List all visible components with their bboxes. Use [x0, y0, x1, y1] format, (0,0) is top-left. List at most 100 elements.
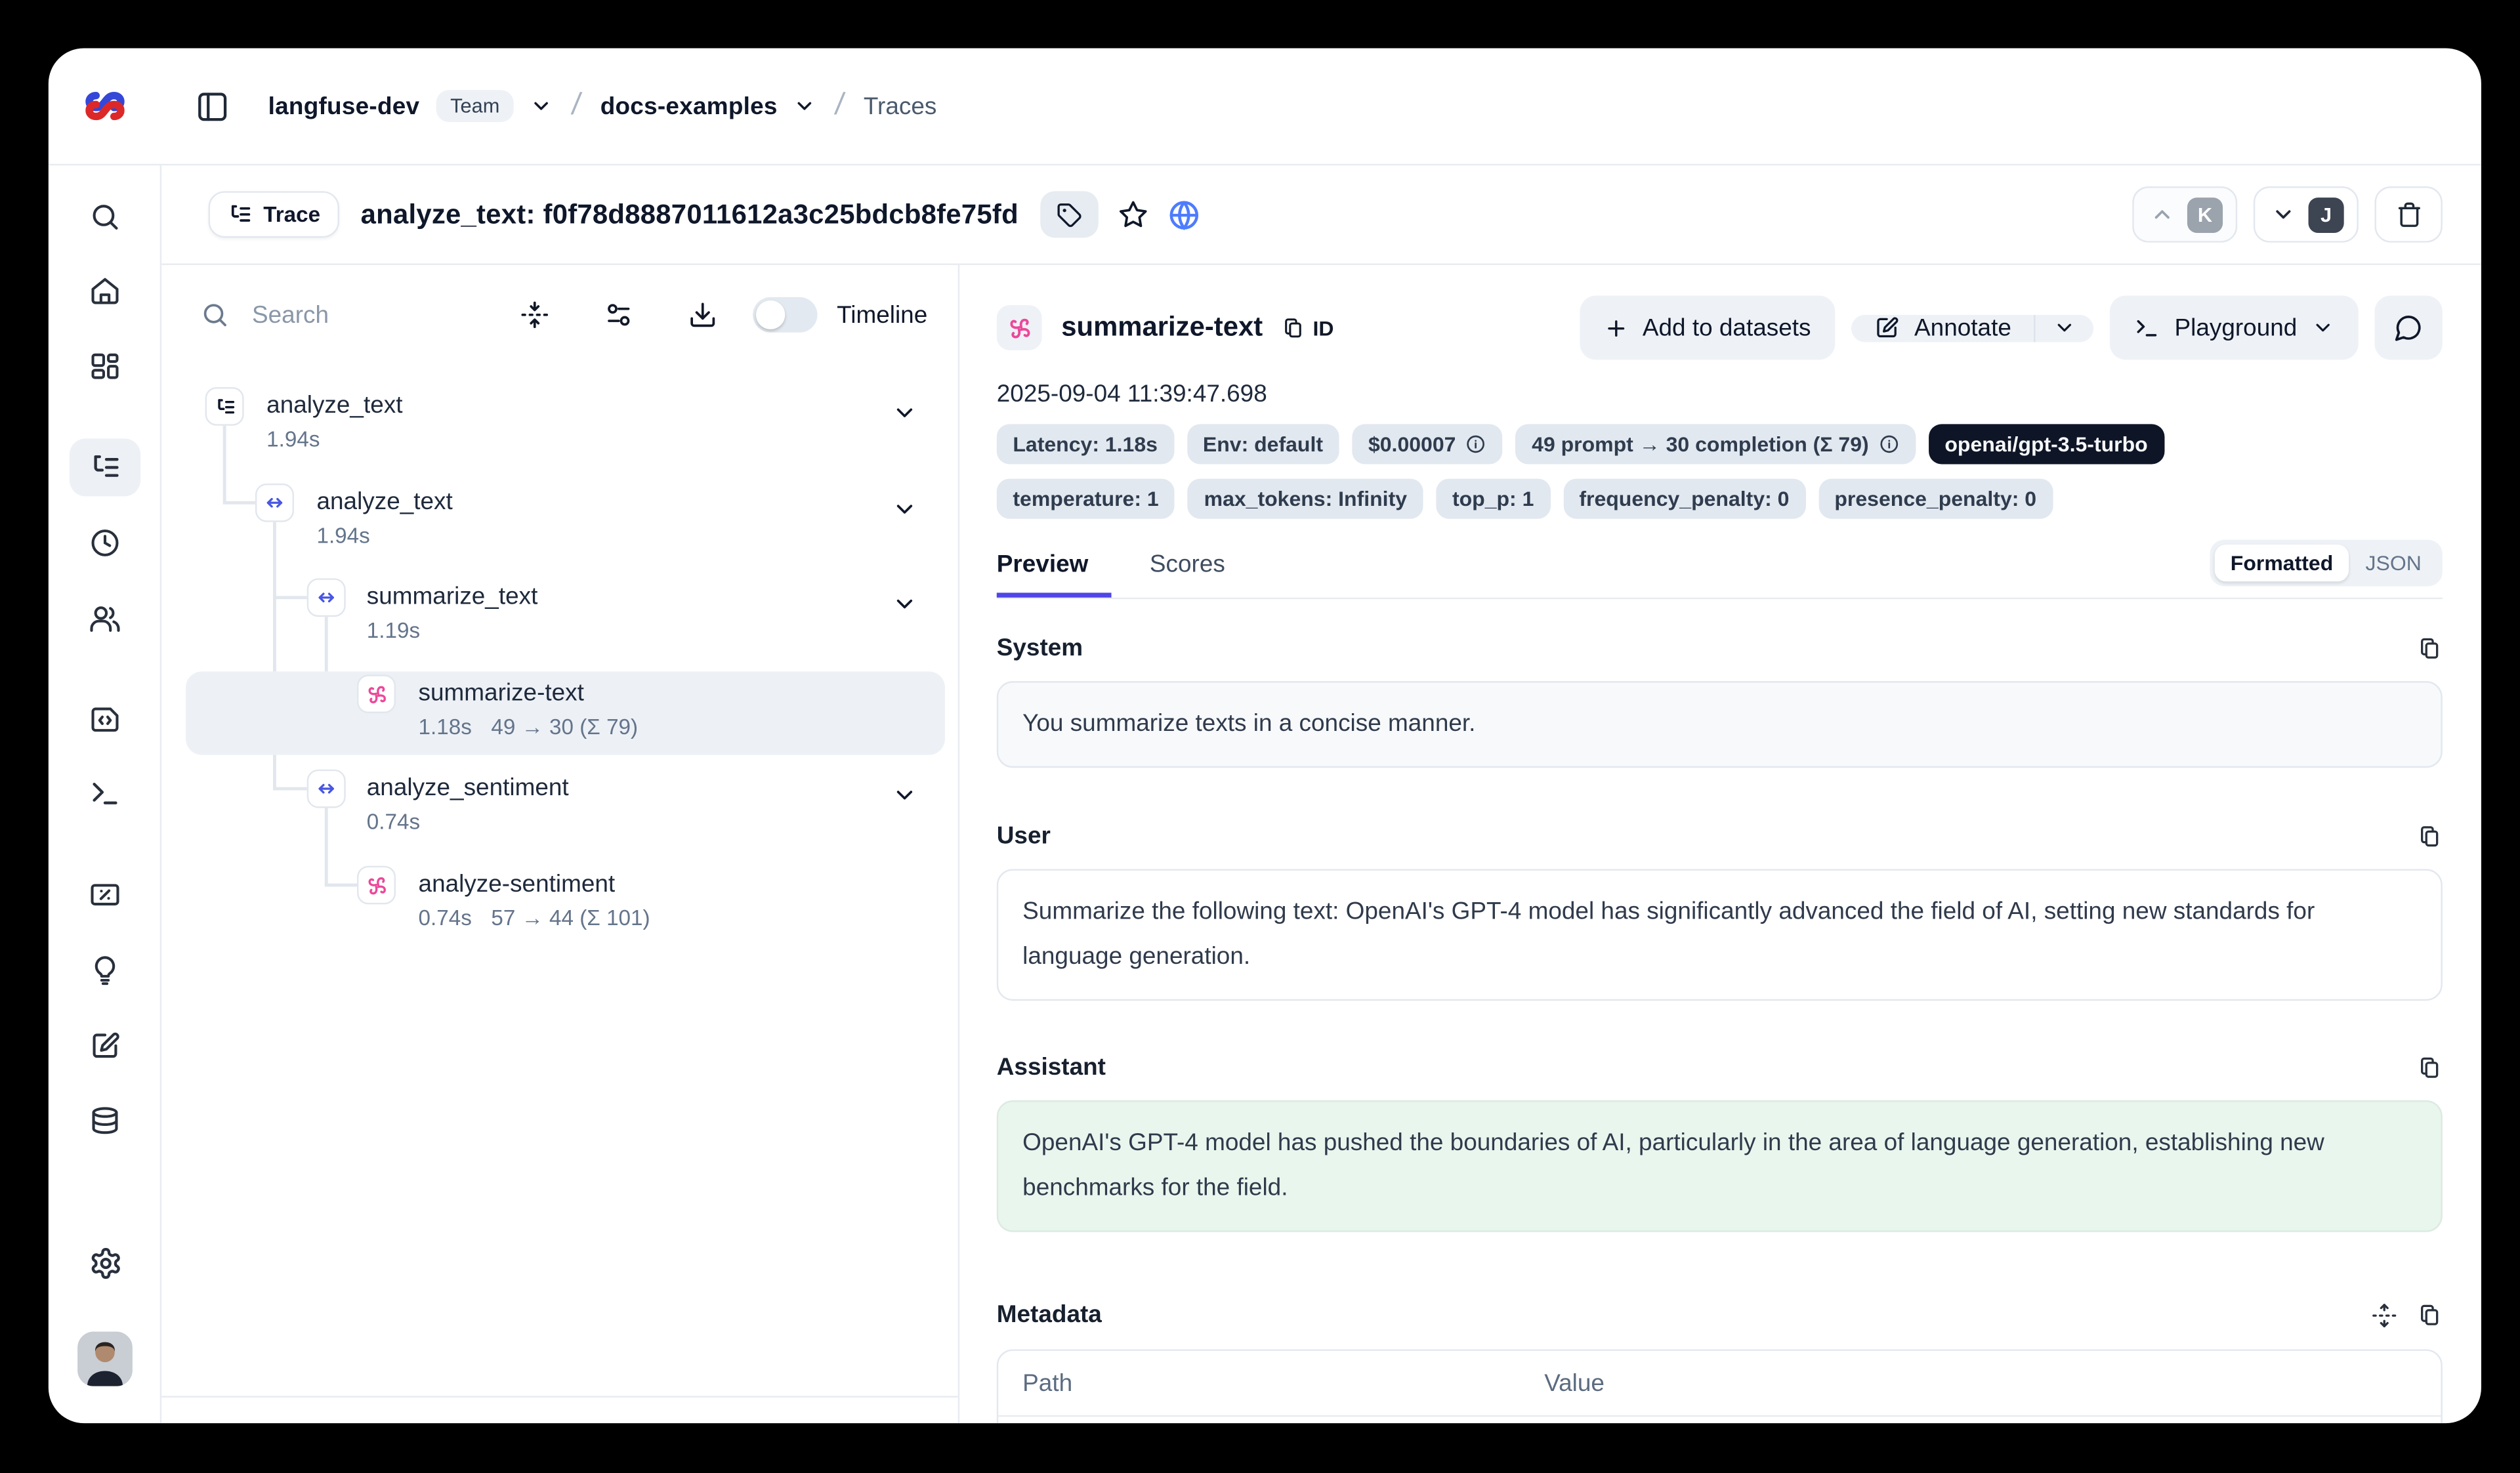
info-icon[interactable]	[1465, 434, 1486, 455]
trace-tree-icon	[228, 202, 252, 226]
search-icon	[200, 301, 229, 329]
copy-icon[interactable]	[2416, 1054, 2442, 1080]
trace-type-badge: Trace	[209, 191, 340, 238]
token-usage: 49 → 30 (Σ 79)	[491, 715, 638, 739]
trace-type-label: Trace	[263, 202, 320, 226]
project-name[interactable]: docs-examples	[600, 93, 778, 120]
add-to-datasets-button[interactable]: Add to datasets	[1580, 295, 1836, 360]
terminal-icon	[2134, 315, 2160, 341]
timeline-toggle[interactable]	[753, 297, 817, 333]
latency-badge: Latency: 1.18s	[997, 424, 1174, 464]
expand-vertical-icon[interactable]	[2372, 1302, 2397, 1327]
app-window: langfuse-dev Team / docs-examples / Trac…	[49, 48, 2481, 1423]
playground-button[interactable]: Playground	[2110, 295, 2359, 360]
sessions-clock-icon[interactable]	[70, 514, 140, 571]
assistant-message-box: OpenAI's GPT-4 model has pushed the boun…	[997, 1100, 2443, 1232]
next-trace-button[interactable]: J	[2254, 186, 2359, 243]
org-logo[interactable]	[81, 85, 129, 127]
dashboard-icon[interactable]	[70, 337, 140, 395]
chevron-down-icon	[2311, 316, 2334, 339]
copy-icon[interactable]	[2416, 1302, 2442, 1327]
timeline-toggle-label: Timeline	[837, 301, 927, 329]
collapse-all-icon[interactable]	[507, 287, 562, 342]
icon-sidebar	[49, 165, 161, 1423]
section-heading-user: User	[997, 822, 1051, 850]
org-plan-badge: Team	[436, 90, 514, 122]
user-avatar[interactable]	[77, 1332, 133, 1386]
annotation-pen-icon[interactable]	[70, 1017, 140, 1075]
copy-icon[interactable]	[2416, 635, 2442, 661]
search-icon[interactable]	[70, 188, 140, 245]
observation-title: summarize-text	[1061, 312, 1263, 344]
metadata-column-path: Path	[998, 1369, 1520, 1397]
collapse-chevron-icon[interactable]	[892, 496, 917, 522]
annotate-dropdown-chevron-icon[interactable]	[2036, 314, 2094, 342]
generation-icon	[357, 674, 396, 713]
settings-gear-icon[interactable]	[70, 1234, 140, 1291]
terminal-icon[interactable]	[70, 764, 140, 822]
generation-icon	[997, 305, 1042, 350]
format-toggle: Formatted JSON	[2210, 540, 2443, 587]
user-message-box: Summarize the following text: OpenAI's G…	[997, 869, 2443, 1001]
annotate-button[interactable]: Annotate	[1851, 314, 2034, 342]
collapse-chevron-icon[interactable]	[892, 400, 917, 426]
home-icon[interactable]	[70, 262, 140, 320]
public-globe-icon[interactable]	[1169, 198, 1201, 230]
delete-trace-button[interactable]	[2374, 186, 2442, 243]
trash-icon	[2395, 201, 2422, 228]
copy-id-button[interactable]: ID	[1280, 316, 1334, 340]
chat-bubble-icon	[2394, 313, 2423, 342]
prev-trace-button[interactable]: K	[2132, 186, 2237, 243]
page-title[interactable]: Traces	[864, 93, 937, 120]
model-badge[interactable]: openai/gpt-3.5-turbo	[1929, 424, 2164, 464]
tracing-icon[interactable]	[70, 438, 140, 496]
param-badge: top_p: 1	[1436, 479, 1550, 519]
evaluation-percent-icon[interactable]	[70, 866, 140, 924]
section-heading-system: System	[997, 634, 1083, 662]
cost-badge: $0.00007	[1352, 424, 1503, 464]
project-switcher-chevron-icon[interactable]	[793, 94, 816, 117]
collapse-chevron-icon[interactable]	[892, 591, 917, 617]
env-badge: Env: default	[1186, 424, 1339, 464]
collapse-chevron-icon[interactable]	[892, 782, 917, 808]
format-json-button[interactable]: JSON	[2349, 545, 2438, 581]
observation-timestamp: 2025-09-04 11:39:47.698	[997, 381, 2443, 408]
format-formatted-button[interactable]: Formatted	[2214, 545, 2349, 581]
chevron-down-icon	[2271, 202, 2296, 226]
sidebar-toggle-icon[interactable]	[184, 79, 240, 133]
tab-preview[interactable]: Preview	[997, 551, 1111, 598]
trace-title: analyze_text: f0f78d8887011612a3c25bdcb8…	[361, 198, 1018, 230]
param-badge: max_tokens: Infinity	[1188, 479, 1423, 519]
screen: langfuse-dev Team / docs-examples / Trac…	[0, 0, 2520, 1473]
token-usage-badge: 49 prompt → 30 completion (Σ 79)	[1516, 424, 1916, 464]
breadcrumb-separator: /	[830, 89, 850, 124]
chevron-up-icon	[2150, 202, 2174, 226]
datasets-database-icon[interactable]	[70, 1092, 140, 1150]
prompts-file-icon[interactable]	[70, 691, 140, 749]
bookmark-star-icon[interactable]	[1119, 199, 1150, 230]
org-name[interactable]: langfuse-dev	[268, 93, 420, 120]
section-heading-assistant: Assistant	[997, 1054, 1106, 1081]
span-icon	[307, 770, 346, 808]
copy-icon[interactable]	[2416, 823, 2442, 849]
org-switcher-chevron-icon[interactable]	[530, 94, 553, 117]
tab-scores[interactable]: Scores	[1150, 551, 1228, 598]
display-settings-icon[interactable]	[591, 287, 646, 342]
download-icon[interactable]	[675, 287, 730, 342]
trace-tree-icon	[205, 387, 244, 426]
plus-icon	[1604, 316, 1628, 340]
metadata-column-value: Value	[1520, 1369, 1629, 1397]
info-icon[interactable]	[1878, 434, 1899, 455]
annotate-split-button: Annotate	[1851, 314, 2093, 342]
lightbulb-icon[interactable]	[70, 942, 140, 999]
observation-detail-panel: summarize-text ID Add to datasets	[959, 265, 2481, 1423]
tag-icon[interactable]	[1041, 191, 1099, 238]
users-icon[interactable]	[70, 589, 140, 647]
next-shortcut-key: J	[2309, 197, 2344, 232]
param-badge: temperature: 1	[997, 479, 1175, 519]
span-icon	[307, 578, 346, 617]
system-message-box: You summarize texts in a concise manner.	[997, 681, 2443, 768]
search-input[interactable]	[249, 300, 459, 331]
param-badge: presence_penalty: 0	[1818, 479, 2053, 519]
comments-button[interactable]	[2374, 295, 2442, 360]
